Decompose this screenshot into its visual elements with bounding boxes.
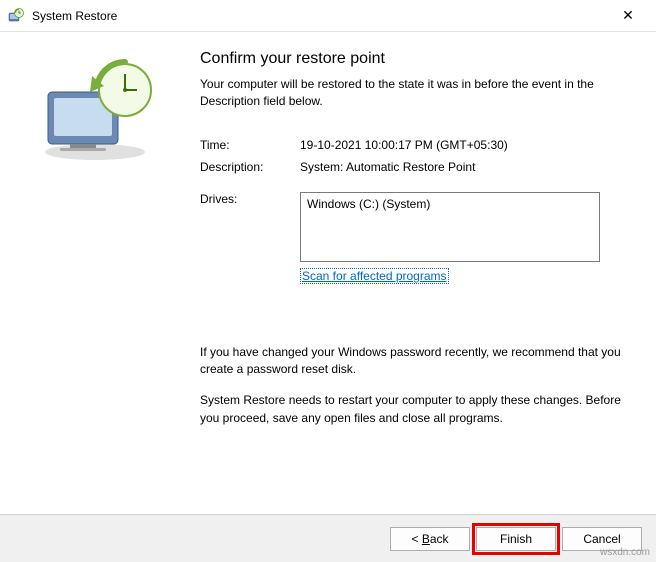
time-value: 19-10-2021 10:00:17 PM (GMT+05:30) (300, 138, 628, 152)
close-button[interactable]: ✕ (608, 0, 648, 32)
password-note: If you have changed your Windows passwor… (200, 344, 628, 379)
drive-item[interactable]: Windows (C:) (System) (307, 197, 593, 211)
time-label: Time: (200, 138, 300, 152)
time-row: Time: 19-10-2021 10:00:17 PM (GMT+05:30) (200, 138, 628, 152)
drives-listbox[interactable]: Windows (C:) (System) (300, 192, 600, 262)
page-heading: Confirm your restore point (200, 50, 628, 68)
main-panel: Confirm your restore point Your computer… (190, 32, 656, 512)
drives-row: Drives: Windows (C:) (System) (200, 192, 628, 262)
titlebar: System Restore ✕ (0, 0, 656, 32)
sidebar (0, 32, 190, 512)
restart-note: System Restore needs to restart your com… (200, 392, 628, 427)
finish-button[interactable]: Finish (476, 527, 556, 551)
back-button[interactable]: < Back (390, 527, 470, 551)
description-row: Description: System: Automatic Restore P… (200, 160, 628, 174)
footer-button-bar: < Back Finish Cancel (0, 514, 656, 562)
window-title: System Restore (32, 9, 608, 23)
system-restore-graphic (30, 52, 160, 162)
system-restore-icon (8, 8, 24, 24)
scan-affected-programs-link[interactable]: Scan for affected programs (300, 268, 449, 284)
content-area: Confirm your restore point Your computer… (0, 32, 656, 512)
drives-label: Drives: (200, 192, 300, 262)
description-value: System: Automatic Restore Point (300, 160, 628, 174)
page-subtext: Your computer will be restored to the st… (200, 76, 628, 110)
watermark: wsxdn.com (600, 547, 650, 558)
description-label: Description: (200, 160, 300, 174)
close-icon: ✕ (622, 7, 634, 24)
